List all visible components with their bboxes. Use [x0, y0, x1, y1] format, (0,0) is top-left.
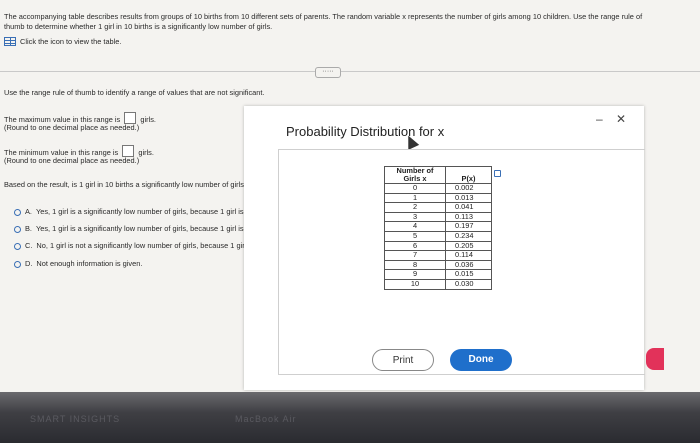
table-row: 2 0.041 [384, 202, 492, 213]
choice-b[interactable]: B. Yes, 1 girl is a significantly low nu… [14, 224, 245, 234]
choice-c-clip: C. No, 1 girl is not a significantly low… [0, 241, 245, 253]
radio-c[interactable] [14, 242, 21, 250]
problem-intro: The accompanying table describes results… [4, 12, 643, 31]
radio-d[interactable] [14, 260, 21, 268]
choice-b-clip: B. Yes, 1 girl is a significantly low nu… [0, 224, 245, 236]
choice-d-letter: D. [25, 259, 33, 268]
view-table-label: Click the icon to view the table. [20, 37, 122, 46]
bezel-left-text: SMART INSIGHTS [30, 414, 121, 424]
radio-b[interactable] [14, 225, 21, 233]
copy-table-icon[interactable] [494, 170, 501, 177]
header-px: P(x) [445, 166, 492, 184]
choice-a[interactable]: A. Yes, 1 girl is a significantly low nu… [14, 207, 245, 217]
table-row: 3 0.113 [384, 211, 492, 223]
bezel-right-text: MacBook Air [235, 414, 297, 424]
cell-x: 10 [384, 278, 446, 290]
probability-distribution-dialog: Probability Distribution for x – ✕ Numbe… [244, 106, 645, 390]
table-row: 7 0.114 [384, 250, 492, 261]
cell-p: 0.002 [445, 183, 492, 194]
choice-d[interactable]: D. Not enough information is given. [14, 259, 142, 269]
min-suffix: girls. [138, 148, 154, 157]
done-button[interactable]: Done [450, 349, 512, 371]
cell-p: 0.234 [445, 230, 492, 242]
choice-a-letter: A. [25, 207, 32, 216]
cell-p: 0.030 [445, 278, 492, 290]
round-note-min: (Round to one decimal place as needed.) [4, 156, 140, 165]
expand-dots-button[interactable]: ····· [315, 67, 341, 78]
question-instruction: Use the range rule of thumb to identify … [4, 88, 265, 97]
cell-x: 9 [384, 269, 446, 280]
cell-x: 7 [384, 250, 446, 261]
dialog-title: Probability Distribution for x [286, 124, 445, 139]
based-on-question: Based on the result, is 1 girl in 10 bir… [4, 180, 245, 189]
print-button[interactable]: Print [372, 349, 434, 371]
table-row: 9 0.015 [384, 269, 492, 280]
table-row: 1 0.013 [384, 192, 492, 204]
table-row: 0 0.002 [384, 183, 492, 194]
choice-c-letter: C. [25, 241, 33, 250]
cell-p: 0.015 [445, 269, 492, 280]
choice-b-text: Yes, 1 girl is a significantly low numbe… [35, 224, 245, 233]
cell-x: 5 [384, 230, 446, 242]
table-icon[interactable] [4, 37, 16, 46]
table-row: 4 0.197 [384, 221, 492, 232]
choice-a-text: Yes, 1 girl is a significantly low numbe… [35, 207, 245, 216]
max-suffix: girls. [140, 115, 156, 124]
header-x-line2: Girls x [403, 174, 427, 183]
cell-x: 0 [384, 183, 446, 194]
header-girls-x: Number of Girls x [384, 166, 446, 184]
choice-c[interactable]: C. No, 1 girl is not a significantly low… [14, 241, 245, 251]
cell-p: 0.114 [445, 250, 492, 261]
section-divider [0, 71, 700, 72]
choice-d-clip: D. Not enough information is given. [0, 259, 245, 271]
choice-a-clip: A. Yes, 1 girl is a significantly low nu… [0, 207, 245, 219]
table-row: 5 0.234 [384, 230, 492, 242]
choice-d-text: Not enough information is given. [36, 259, 143, 268]
choice-c-text: No, 1 girl is not a significantly low nu… [36, 241, 245, 250]
based-on-clip: Based on the result, is 1 girl in 10 bir… [0, 180, 245, 192]
probability-table: Number of Girls x P(x) 0 0.002 1 0.013 2 0.… [384, 166, 492, 290]
cell-x: 2 [384, 202, 446, 213]
table-row: 6 0.205 [384, 240, 492, 252]
cell-p: 0.041 [445, 202, 492, 213]
choice-b-letter: B. [25, 224, 32, 233]
table-row: 8 0.036 [384, 259, 492, 271]
round-note-max: (Round to one decimal place as needed.) [4, 123, 140, 132]
close-icon[interactable]: ✕ [616, 112, 626, 126]
radio-a[interactable] [14, 208, 21, 216]
minimize-icon[interactable]: – [596, 112, 603, 126]
view-table-link[interactable]: Click the icon to view the table. [4, 37, 121, 46]
laptop-bezel: SMART INSIGHTS MacBook Air [0, 392, 700, 443]
table-row: 10 0.030 [384, 278, 492, 290]
help-tab[interactable] [646, 348, 664, 370]
